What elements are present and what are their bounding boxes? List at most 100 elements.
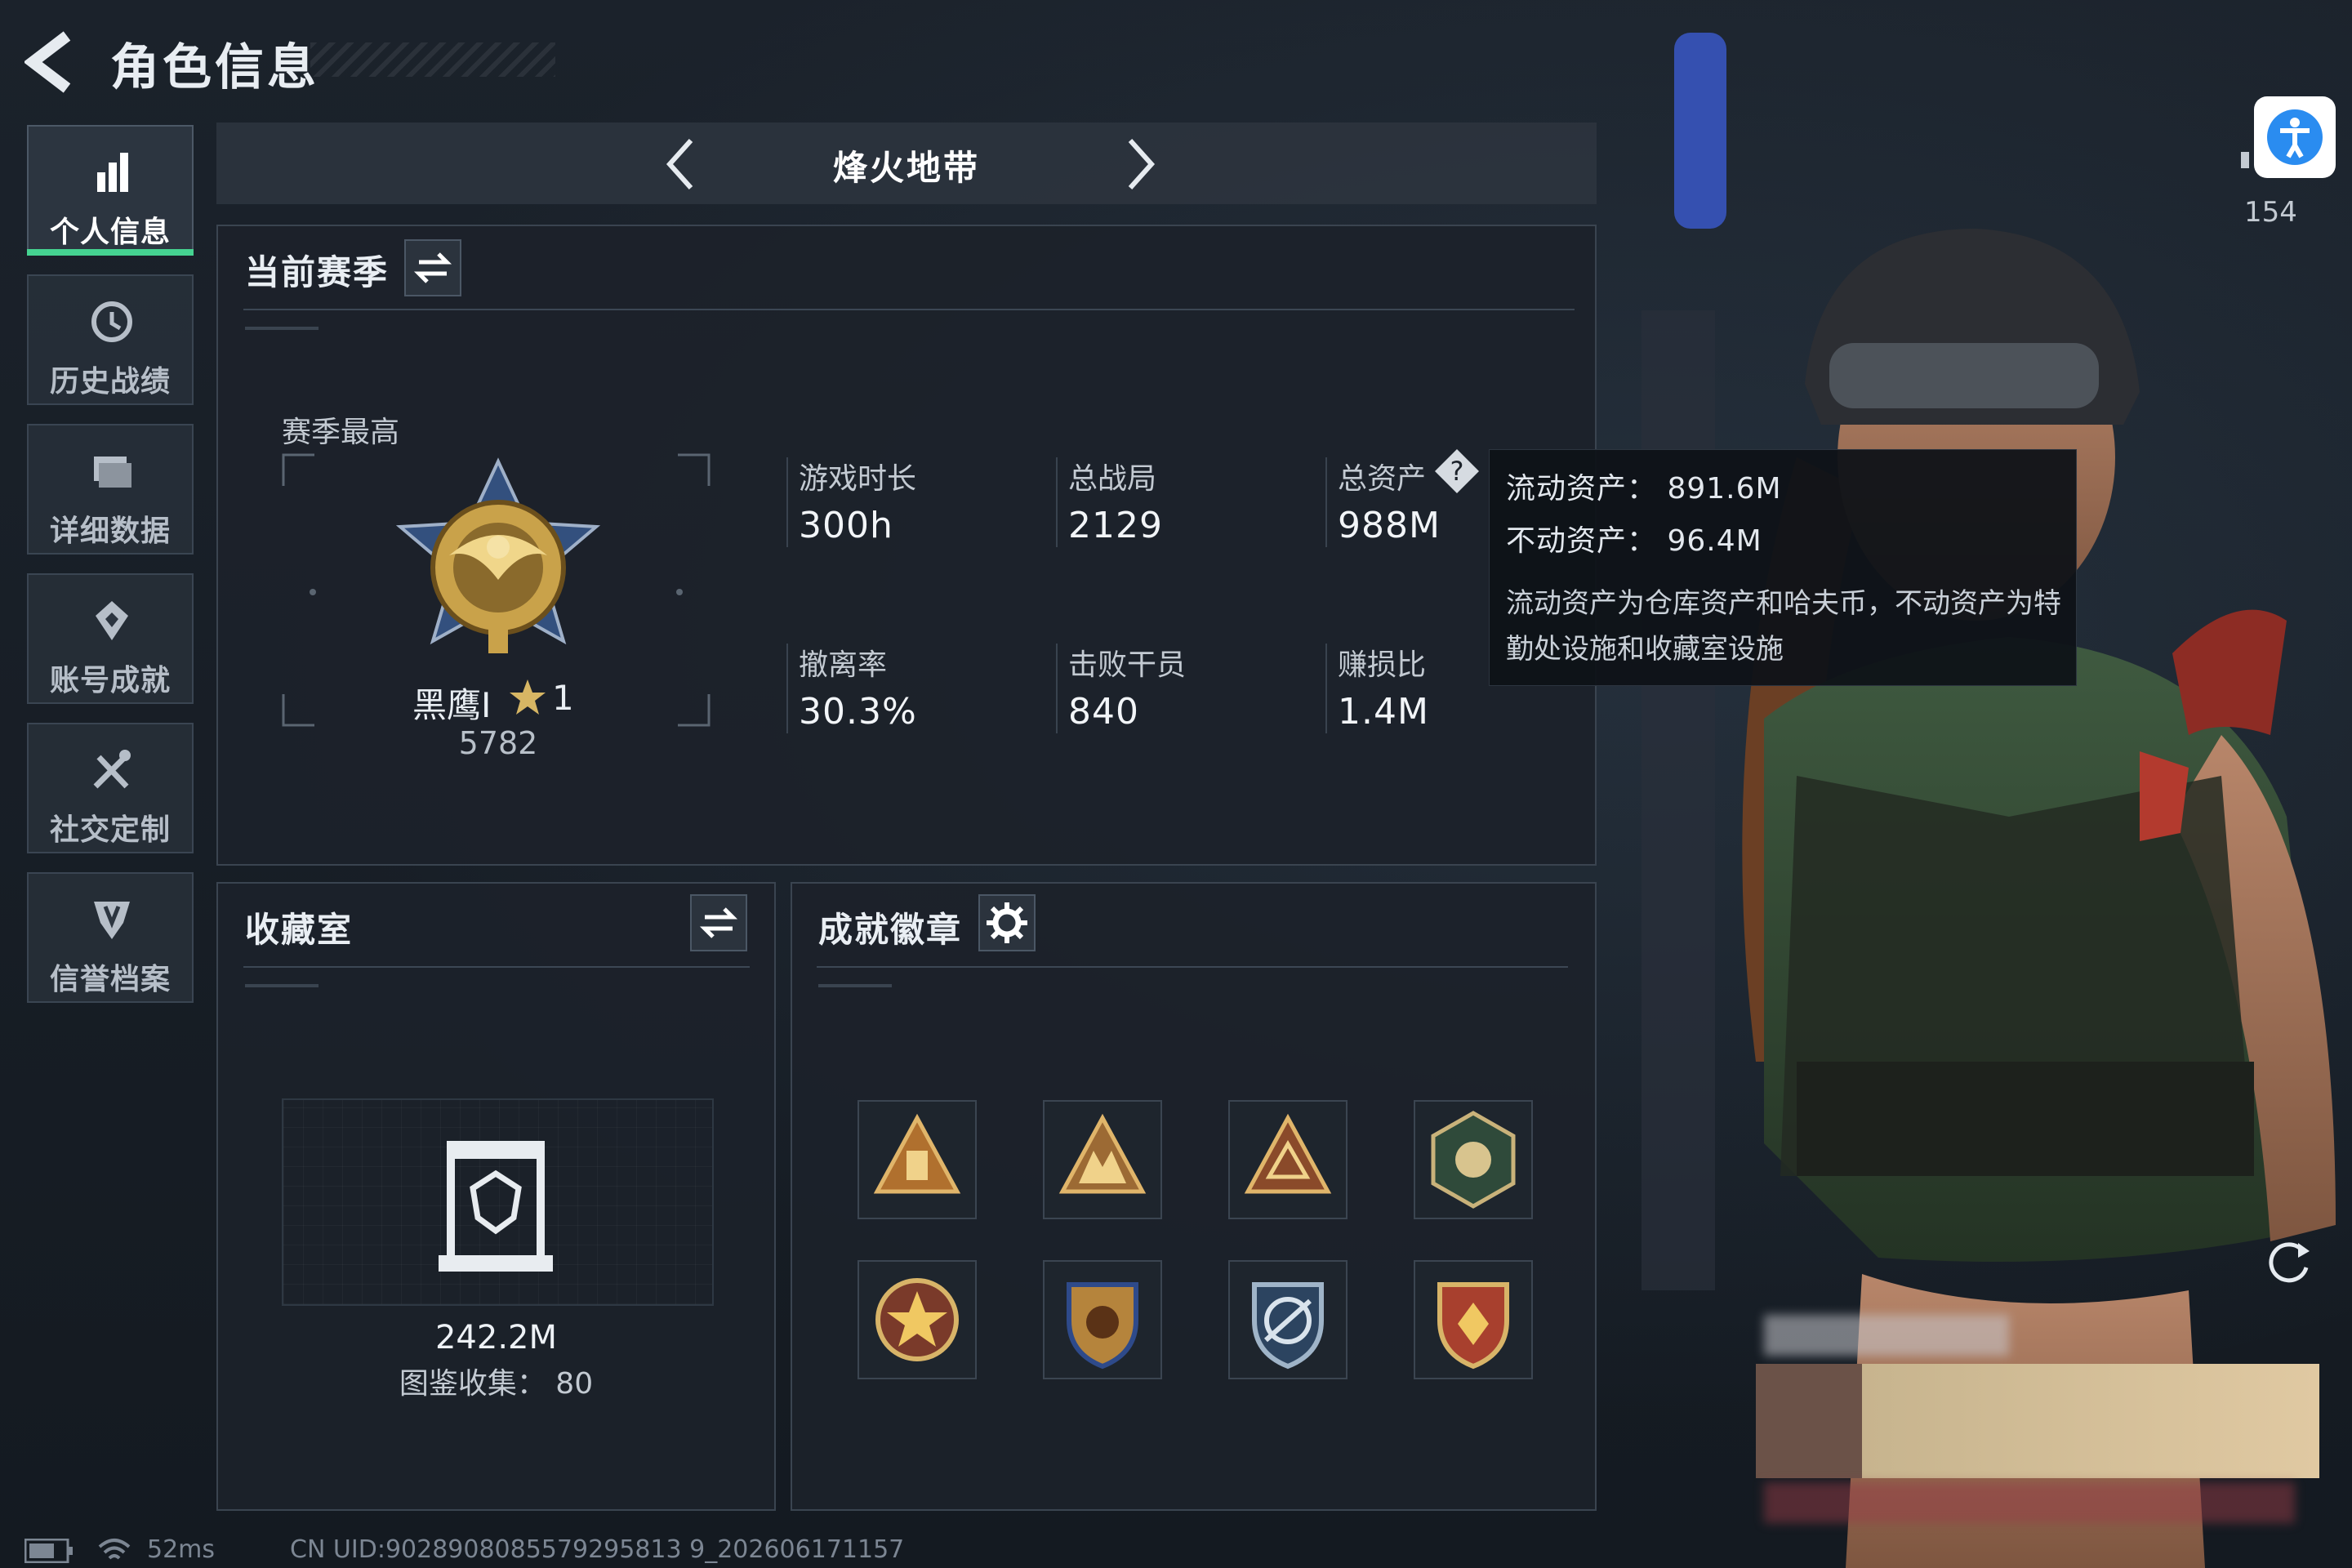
blurred-text: [1764, 1315, 2009, 1356]
star-badge-icon: [875, 1278, 959, 1361]
ping-value: 52ms: [147, 1535, 216, 1564]
triangle-badge-icon: [1058, 1113, 1147, 1194]
player-uid: CN UID:9028908085579295813 9_20260617115…: [290, 1535, 905, 1564]
swap-icon: [699, 907, 738, 938]
shield-icon: [94, 902, 130, 939]
divider: [1056, 644, 1058, 733]
achievement-badge-4[interactable]: [1414, 1100, 1533, 1219]
streamer-camera: [1756, 1364, 1862, 1478]
rotate-icon[interactable]: [2261, 1233, 2318, 1290]
badges-settings-button[interactable]: [978, 894, 1036, 951]
rank-stars: 1: [552, 678, 574, 718]
stat-value: 988M: [1338, 505, 1441, 546]
gear-icon: [987, 902, 1027, 943]
shield-badge-icon: [1067, 1282, 1138, 1370]
tools-icon: [93, 750, 131, 789]
collection-switch-button[interactable]: [690, 894, 747, 951]
bar-chart-icon: [97, 153, 128, 192]
blurred-text: [1764, 1482, 2295, 1523]
codex-count: 图鉴收集： 80: [399, 1367, 594, 1401]
hex-badge-icon: [1431, 1111, 1516, 1209]
mode-next-button[interactable]: [1111, 136, 1168, 193]
stat-label: 总战局: [1068, 462, 1157, 496]
divider: [245, 984, 318, 987]
rank-score: 5782: [458, 725, 538, 761]
stat-label: 击败干员: [1068, 648, 1187, 682]
back-button[interactable]: [23, 31, 82, 93]
sidebar-item-label: 历史战绩: [49, 365, 171, 399]
achievement-badge-5[interactable]: [858, 1260, 977, 1379]
player-count: 154: [2244, 196, 2297, 229]
achievement-badge-2[interactable]: [1043, 1100, 1162, 1219]
stream-scene: [1862, 1364, 2319, 1478]
divider: [818, 984, 892, 987]
season-title: 当前赛季: [245, 252, 390, 292]
asset-description: 流动资产为仓库资产和哈夫币，不动资产为特勤处设施和收藏室设施: [1506, 587, 2061, 666]
signal-icon: [2241, 152, 2249, 168]
mode-prev-button[interactable]: [653, 136, 710, 193]
rank-medal-icon: [395, 457, 601, 653]
achievement-badge-8[interactable]: [1414, 1260, 1533, 1379]
stat-value: 2129: [1068, 505, 1163, 546]
stat-value: 840: [1068, 691, 1139, 733]
triangle-badge-icon: [873, 1113, 961, 1194]
display-case-icon: [439, 1141, 553, 1272]
wifi-icon: [98, 1539, 131, 1560]
stat-label: 游戏时长: [799, 462, 917, 496]
stat-value: 1.4M: [1338, 691, 1429, 733]
achievement-badge-7[interactable]: [1228, 1260, 1348, 1379]
sidebar-item-label: 账号成就: [49, 664, 171, 697]
badges-title: 成就徽章: [818, 910, 963, 950]
stream-overlay: [1756, 1364, 2319, 1478]
stat-label: 总资产: [1338, 462, 1427, 496]
divider: [243, 309, 1575, 310]
chevron-left-icon: [666, 138, 693, 190]
mode-title: 烽火地带: [832, 148, 980, 188]
clock-icon: [91, 301, 132, 342]
shield-badge-icon: [1437, 1282, 1509, 1370]
season-best-label: 赛季最高: [282, 416, 400, 449]
stat-label: 撤离率: [799, 648, 888, 682]
sidebar-item-history[interactable]: 历史战绩: [27, 274, 194, 405]
divider: [1325, 457, 1327, 547]
help-icon[interactable]: ?: [1433, 448, 1481, 495]
svg-text:?: ?: [1450, 456, 1464, 487]
star-icon: [510, 679, 546, 715]
collection-room-preview[interactable]: [282, 1098, 714, 1306]
page-title: 角色信息: [110, 39, 319, 96]
battery-icon: [24, 1539, 73, 1563]
stat-label: 赚损比: [1338, 648, 1427, 682]
achievement-badge-1[interactable]: [858, 1100, 977, 1219]
chevron-right-icon: [1128, 138, 1156, 190]
header-decoration: [310, 42, 555, 77]
asset-tooltip: 流动资产： 891.6M 不动资产： 96.4M 流动资产为仓库资产和哈夫币，不…: [1489, 449, 2077, 686]
achievement-badge-6[interactable]: [1043, 1260, 1162, 1379]
sidebar-item-social[interactable]: 社交定制: [27, 723, 194, 853]
divider: [786, 457, 788, 547]
fixed-assets: 不动资产： 96.4M: [1506, 524, 1762, 558]
divider: [786, 644, 788, 733]
sidebar-item-personal-info[interactable]: 个人信息: [27, 125, 194, 256]
season-switch-button[interactable]: [404, 239, 461, 296]
sidebar-item-label: 详细数据: [49, 514, 171, 548]
achievement-icon: [96, 601, 128, 640]
collection-value: 242.2M: [434, 1319, 558, 1356]
sidebar-item-credit[interactable]: 信誉档案: [27, 872, 194, 1003]
achievement-badge-3[interactable]: [1228, 1100, 1348, 1219]
sidebar-item-label: 个人信息: [49, 216, 171, 249]
collection-title: 收藏室: [245, 910, 354, 950]
triangle-badge-icon: [1244, 1113, 1332, 1194]
accessibility-icon: [2267, 109, 2323, 165]
divider: [1056, 457, 1058, 547]
liquid-assets: 流动资产： 891.6M: [1506, 472, 1782, 506]
sidebar-item-details[interactable]: 详细数据: [27, 424, 194, 555]
divider: [817, 966, 1568, 968]
stat-value: 30.3%: [799, 691, 917, 733]
shield-badge-icon: [1252, 1282, 1324, 1370]
back-arrow-icon: [23, 31, 71, 93]
accessibility-button[interactable]: [2254, 96, 2336, 178]
rank-name: 黑鹰I: [412, 685, 492, 725]
sidebar-item-achievements[interactable]: 账号成就: [27, 573, 194, 704]
sidebar-item-label: 社交定制: [49, 813, 171, 847]
divider: [1325, 644, 1327, 733]
